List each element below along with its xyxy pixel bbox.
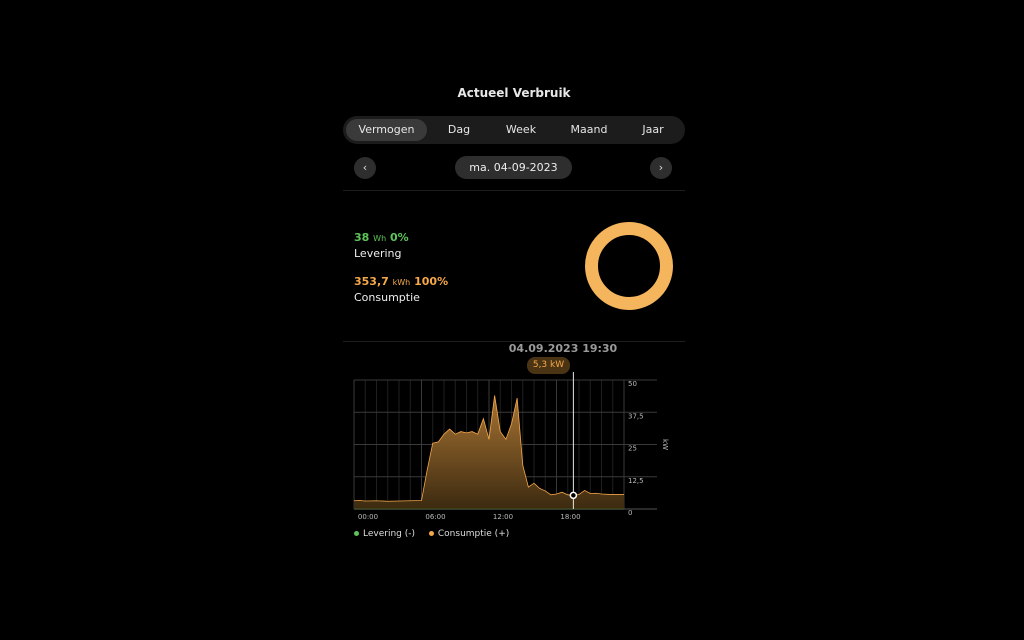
tab-maand[interactable]: Maand — [558, 119, 620, 141]
divider — [343, 190, 685, 191]
period-tabs: Vermogen Dag Week Maand Jaar — [343, 116, 685, 144]
legend-dot — [428, 531, 434, 536]
chart-crosshair — [569, 372, 578, 509]
x-tick-label: 12:00 — [493, 513, 513, 521]
date-display[interactable]: ma. 04-09-2023 — [455, 156, 572, 179]
consumptie-amount: 353,7 — [354, 275, 389, 288]
chevron-right-icon: › — [658, 161, 664, 174]
levering-label: Levering — [354, 247, 402, 260]
chevron-left-icon: ‹ — [362, 161, 368, 174]
crosshair-marker — [569, 491, 578, 500]
y-tick-label: 50 — [628, 380, 637, 388]
tab-jaar[interactable]: Jaar — [625, 119, 681, 141]
x-tick-label: 18:00 — [560, 513, 580, 521]
legend-label: Consumptie (+) — [437, 529, 510, 539]
y-tick-label: 25 — [628, 445, 637, 453]
distribution-donut — [585, 222, 673, 310]
levering-value: 38 Wh 0% — [354, 231, 409, 244]
consumptie-unit: kWh — [392, 278, 411, 287]
legend-item-levering[interactable]: Levering (-) — [354, 529, 415, 539]
chart-legend: Levering (-) Consumptie (+) — [354, 529, 520, 539]
tab-dag[interactable]: Dag — [434, 119, 484, 141]
y-tick-label: 37,5 — [628, 412, 644, 420]
levering-unit: Wh — [373, 234, 387, 243]
y-tick-label: 0 — [628, 509, 632, 517]
x-tick-label: 00:00 — [358, 513, 378, 521]
donut-consumptie-ring — [585, 222, 673, 310]
consumptie-percent: 100% — [414, 275, 449, 288]
tab-vermogen[interactable]: Vermogen — [346, 119, 427, 141]
y-tick-label: 12,5 — [628, 477, 644, 485]
consumptie-label: Consumptie — [354, 291, 420, 304]
x-tick-label: 06:00 — [425, 513, 445, 521]
levering-amount: 38 — [354, 231, 370, 244]
energy-panel: Actueel Verbruik Vermogen Dag Week Maand… — [343, 0, 685, 640]
legend-item-consumptie[interactable]: Consumptie (+) — [428, 529, 510, 539]
next-day-button[interactable]: › — [650, 157, 672, 179]
y-axis-label: kW — [661, 439, 669, 450]
tab-week[interactable]: Week — [493, 119, 549, 141]
consumptie-value: 353,7 kWh 100% — [354, 275, 448, 288]
legend-label: Levering (-) — [363, 529, 416, 539]
power-chart[interactable]: 50 37,5 25 12,5 0 00:00 06:00 12:00 18:00 kW — [343, 372, 685, 526]
legend-dot — [354, 531, 359, 536]
previous-day-button[interactable]: ‹ — [354, 157, 376, 179]
page-title: Actueel Verbruik — [457, 86, 571, 100]
levering-percent: 0% — [389, 231, 409, 244]
tooltip-date: 04.09.2023 19:30 — [508, 342, 618, 355]
